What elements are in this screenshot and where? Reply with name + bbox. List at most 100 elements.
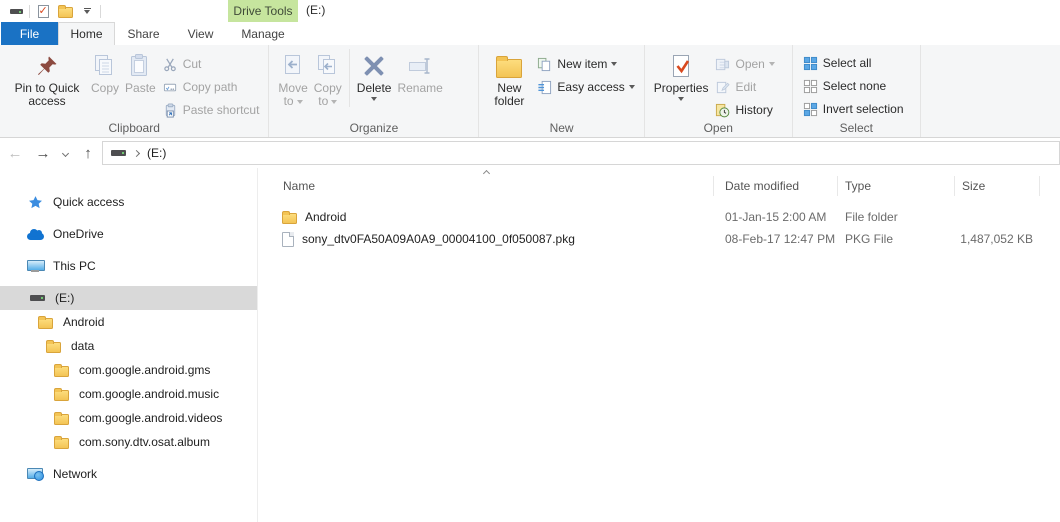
forward-arrow-icon: →: [36, 146, 51, 161]
tab-manage[interactable]: Manage: [228, 22, 298, 45]
qat-properties-button[interactable]: [32, 1, 54, 21]
sidebar-item-network[interactable]: Network: [0, 462, 257, 486]
ribbon: Pin to Quick access Copy Paste: [0, 45, 1060, 138]
paste-shortcut-label: Paste shortcut: [183, 103, 260, 117]
folder-icon: [52, 412, 70, 425]
copy-to-label-line2: to: [318, 95, 328, 108]
up-button[interactable]: ↑: [74, 141, 102, 165]
new-folder-button[interactable]: New folder: [485, 47, 533, 108]
dropdown-icon: [371, 97, 377, 101]
dropdown-icon: [331, 100, 337, 104]
file-type: File folder: [838, 206, 955, 228]
recent-locations-button[interactable]: [56, 141, 74, 165]
sidebar-item-label: Android: [63, 315, 104, 329]
pin-to-quick-access-button[interactable]: Pin to Quick access: [6, 47, 88, 108]
copy-to-button[interactable]: Copy to: [311, 47, 345, 108]
move-to-icon: [280, 50, 306, 82]
breadcrumb-location[interactable]: (E:): [147, 146, 166, 160]
file-date-modified: 08-Feb-17 12:47 PM: [714, 228, 838, 250]
tab-home[interactable]: Home: [58, 22, 115, 45]
folder-icon: [36, 316, 54, 329]
column-header-date-modified[interactable]: Date modified: [714, 176, 838, 196]
rename-label: Rename: [397, 82, 442, 95]
easy-access-icon: [536, 80, 553, 95]
invert-selection-button[interactable]: Invert selection: [799, 99, 907, 119]
file-name: Android: [305, 210, 346, 224]
open-label: Open: [735, 57, 764, 71]
sidebar-item-com-sony-dtv-osat-album[interactable]: com.sony.dtv.osat.album: [0, 430, 257, 454]
address-breadcrumb[interactable]: (E:): [102, 141, 1060, 165]
column-header-size[interactable]: Size: [955, 176, 1040, 196]
sidebar-item-label: com.google.android.music: [79, 387, 219, 401]
qat-customize-button[interactable]: [76, 1, 98, 21]
app-drive-icon[interactable]: [5, 1, 27, 21]
sidebar-item-data[interactable]: data: [0, 334, 257, 358]
select-none-button[interactable]: Select none: [799, 76, 907, 96]
contextual-tab-drive-tools[interactable]: Drive Tools: [228, 0, 298, 22]
file-row-sony-pkg[interactable]: sony_dtv0FA50A09A0A9_00004100_0f050087.p…: [258, 228, 1060, 250]
sidebar-item-label: com.google.android.gms: [79, 363, 210, 377]
dropdown-icon: [629, 85, 635, 89]
select-all-button[interactable]: Select all: [799, 53, 907, 73]
ribbon-group-organize: Move to Copy to Delete Rename: [269, 45, 479, 137]
column-header-name[interactable]: Name: [258, 176, 714, 196]
file-row-android[interactable]: Android 01-Jan-15 2:00 AM File folder: [258, 206, 1060, 228]
tab-file[interactable]: File: [1, 22, 58, 45]
sidebar-item-label: com.google.android.videos: [79, 411, 222, 425]
sidebar-item-label: This PC: [53, 259, 96, 273]
customize-qat-dropdown-icon: [84, 8, 91, 15]
sidebar-item-quick-access[interactable]: Quick access: [0, 190, 257, 214]
copy-button[interactable]: Copy: [88, 47, 122, 95]
tab-share[interactable]: Share: [115, 22, 172, 45]
divider: [100, 5, 101, 18]
rename-button[interactable]: Rename: [394, 47, 445, 95]
group-inner-divider: [349, 49, 350, 107]
titlebar: Drive Tools (E:): [0, 0, 1060, 22]
delete-button[interactable]: Delete: [354, 47, 395, 101]
paste-shortcut-button[interactable]: Paste shortcut: [159, 100, 263, 120]
copy-path-button[interactable]: Copy path: [159, 77, 263, 97]
edit-button[interactable]: Edit: [711, 77, 777, 97]
move-to-label-line2: to: [284, 95, 294, 108]
move-to-button[interactable]: Move to: [275, 47, 310, 108]
paste-button[interactable]: Paste: [122, 47, 159, 95]
cut-button[interactable]: Cut: [159, 54, 263, 74]
history-button[interactable]: History: [711, 100, 777, 120]
file-rows: Android 01-Jan-15 2:00 AM File folder so…: [258, 206, 1060, 250]
sidebar-item-android[interactable]: Android: [0, 310, 257, 334]
folder-icon: [44, 340, 62, 353]
file-explorer-window: Drive Tools (E:) File Home Share View Ma…: [0, 0, 1060, 522]
qat-new-folder-button[interactable]: [54, 1, 76, 21]
file-type: PKG File: [838, 228, 955, 250]
sidebar-item-onedrive[interactable]: OneDrive: [0, 222, 257, 246]
file-name: sony_dtv0FA50A09A0A9_00004100_0f050087.p…: [302, 232, 575, 246]
back-button[interactable]: ←: [0, 141, 30, 165]
sidebar-item-com-google-android-gms[interactable]: com.google.android.gms: [0, 358, 257, 382]
tab-view[interactable]: View: [172, 22, 229, 45]
properties-button[interactable]: Properties: [651, 47, 712, 101]
ribbon-group-new: New folder New item Easy access: [479, 45, 644, 137]
copy-path-icon: [162, 80, 179, 95]
edit-icon: [714, 80, 731, 95]
up-arrow-icon: ↑: [84, 146, 92, 161]
easy-access-label: Easy access: [557, 80, 624, 94]
history-icon: [714, 103, 731, 118]
open-button[interactable]: Open: [711, 54, 777, 74]
pin-icon: [35, 50, 59, 82]
sidebar-item-label: OneDrive: [53, 227, 104, 241]
clipboard-group-label: Clipboard: [0, 121, 268, 135]
sidebar-item-com-google-android-music[interactable]: com.google.android.music: [0, 382, 257, 406]
open-group-label: Open: [645, 121, 792, 135]
select-all-label: Select all: [823, 56, 872, 70]
easy-access-button[interactable]: Easy access: [533, 77, 637, 97]
paste-label: Paste: [125, 82, 156, 95]
sidebar-item-drive-e[interactable]: (E:): [0, 286, 257, 310]
column-header-type[interactable]: Type: [838, 176, 955, 196]
cut-label: Cut: [183, 57, 202, 71]
new-item-button[interactable]: New item: [533, 54, 637, 74]
file-list-pane: Name Date modified Type Size Android 01-…: [258, 168, 1060, 522]
sidebar-item-com-google-android-videos[interactable]: com.google.android.videos: [0, 406, 257, 430]
sidebar-item-this-pc[interactable]: This PC: [0, 254, 257, 278]
forward-button[interactable]: →: [30, 141, 56, 165]
network-icon: [26, 468, 44, 480]
